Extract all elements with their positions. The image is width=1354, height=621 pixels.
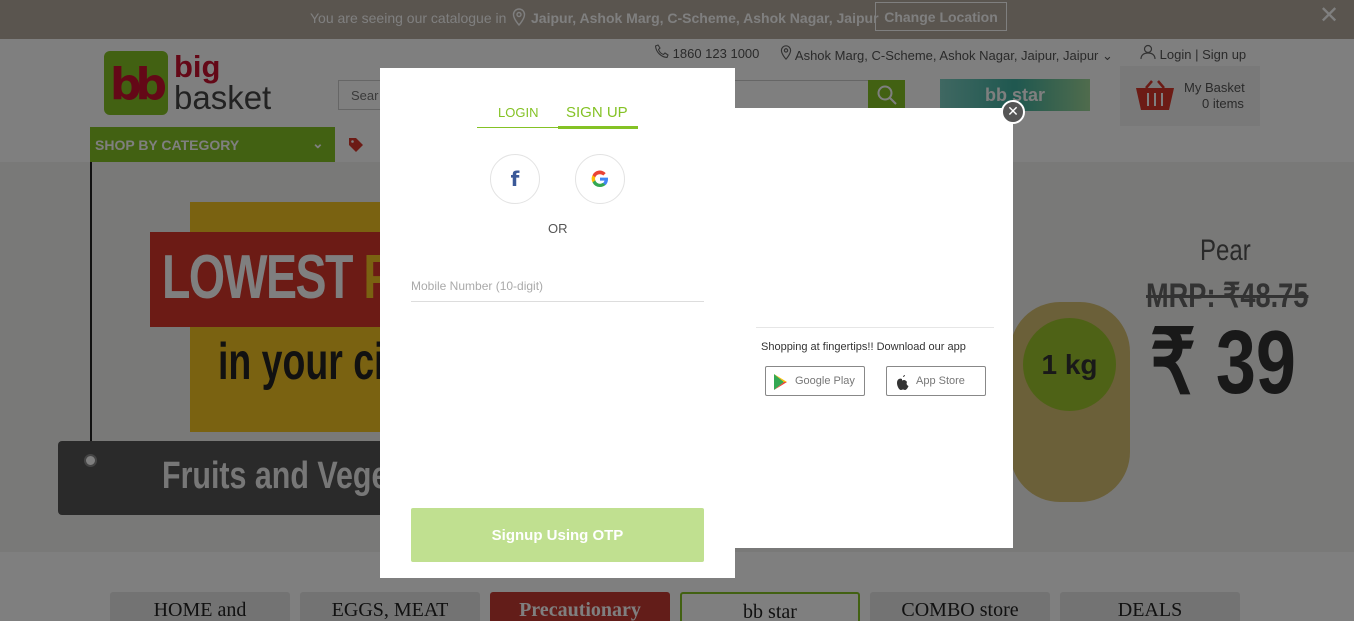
divider — [756, 327, 994, 328]
google-play-button[interactable]: Google Play — [765, 366, 865, 396]
app-store-button[interactable]: App Store — [886, 366, 986, 396]
app-download-text: Shopping at fingertips!! Download our ap… — [761, 341, 966, 353]
facebook-icon: f — [510, 167, 520, 191]
close-icon[interactable]: ✕ — [1001, 100, 1025, 124]
facebook-login-button[interactable]: f — [490, 154, 540, 204]
tab-signup[interactable]: SIGN UP — [566, 104, 628, 121]
apple-icon — [893, 373, 911, 394]
app-download-panel: Shopping at fingertips!! Download our ap… — [734, 108, 1013, 548]
or-separator: OR — [548, 221, 568, 236]
tab-active-indicator — [558, 126, 638, 129]
google-icon — [591, 170, 609, 193]
mobile-number-field[interactable] — [411, 277, 704, 302]
tab-login[interactable]: LOGIN — [498, 105, 538, 120]
signup-modal: LOGIN SIGN UP f OR Signup Using OTP — [380, 68, 735, 578]
google-login-button[interactable] — [575, 154, 625, 204]
signup-otp-button[interactable]: Signup Using OTP — [411, 508, 704, 562]
google-play-icon — [772, 373, 790, 394]
